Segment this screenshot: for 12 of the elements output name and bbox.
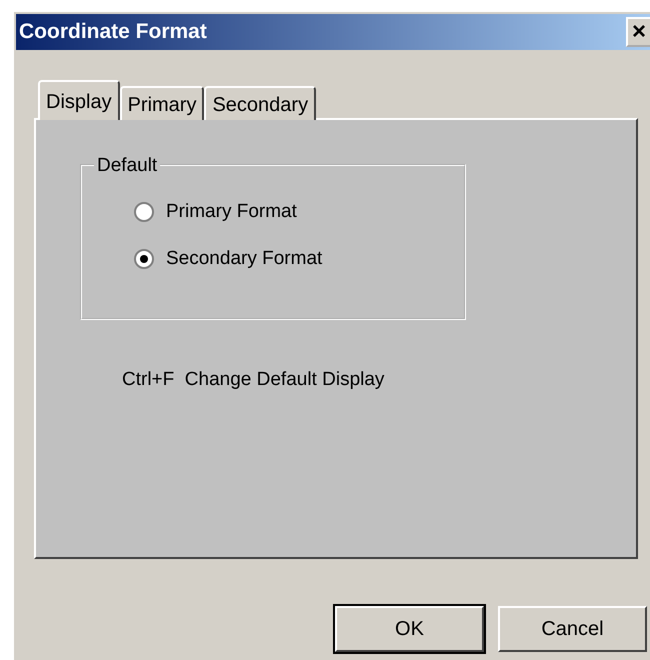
tab[interactable]: Display xyxy=(38,80,120,120)
radio-button[interactable] xyxy=(134,202,154,222)
radio-label[interactable]: Secondary Format xyxy=(166,244,322,273)
window-title: Coordinate Format xyxy=(19,19,207,46)
radio-label[interactable]: Primary Format xyxy=(166,198,297,226)
close-button[interactable]: × xyxy=(626,17,650,47)
tab[interactable]: Primary xyxy=(120,86,204,120)
tab[interactable]: Secondary xyxy=(204,86,316,120)
dialog-button[interactable]: Cancel xyxy=(498,606,647,652)
shortcut-hint: Ctrl+F Change Default Display xyxy=(122,368,386,392)
default-button[interactable]: OK xyxy=(335,606,484,652)
radio-button[interactable] xyxy=(134,248,154,269)
